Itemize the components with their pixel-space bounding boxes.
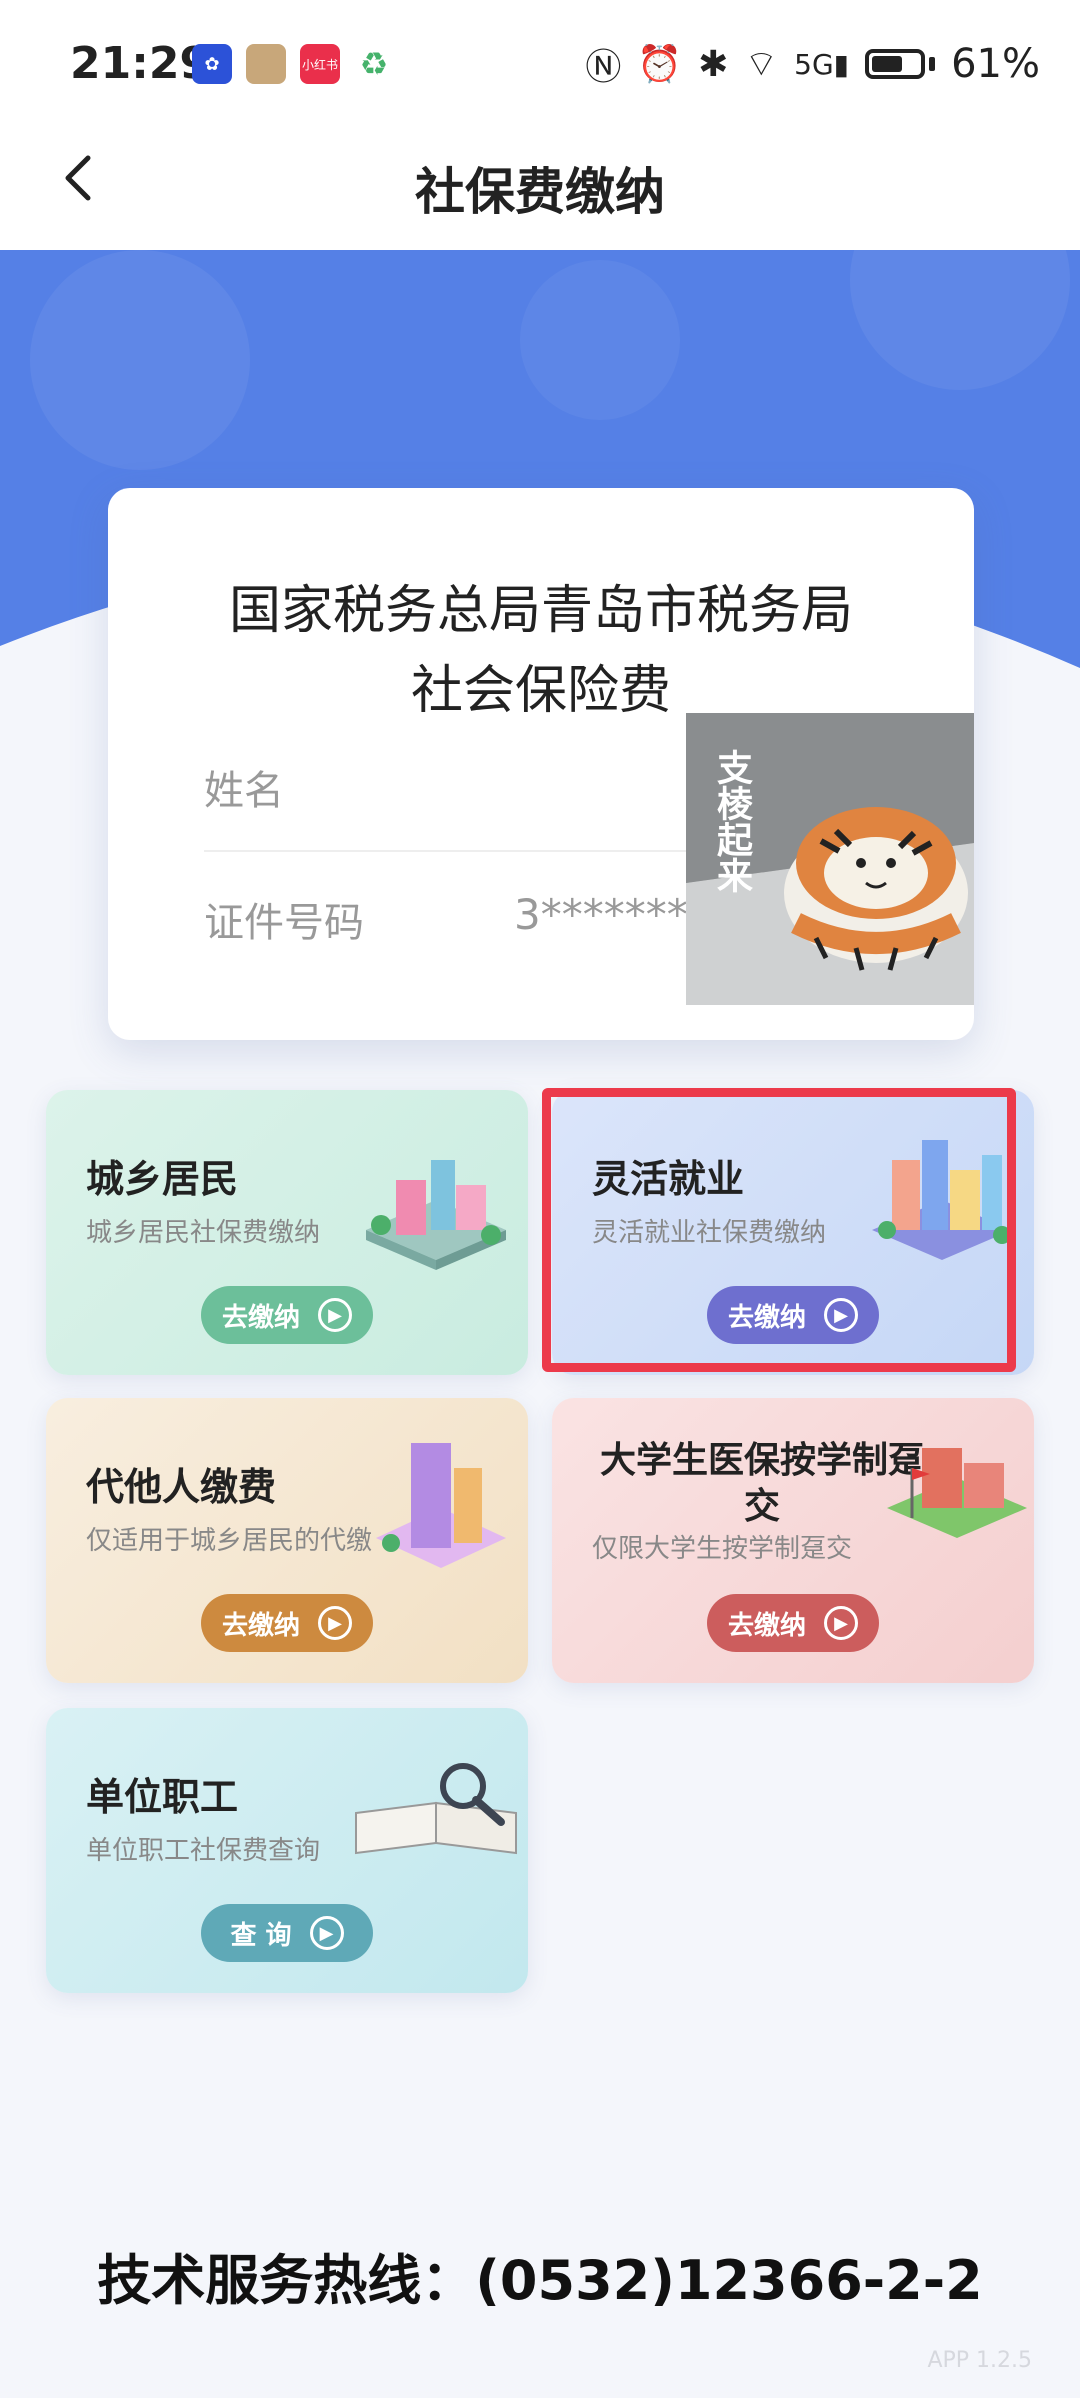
page-title: 社保费缴纳 (415, 163, 665, 221)
tile-urban-rural-residents[interactable]: 城乡居民 城乡居民社保费缴纳 去缴纳 ▶ (46, 1090, 528, 1375)
tile-subtitle: 单位职工社保费查询 (86, 1836, 321, 1866)
pay-button-label: 去缴纳 (221, 1610, 300, 1641)
status-time: 21:29 (70, 38, 211, 89)
pay-button-label: 去缴纳 (727, 1610, 806, 1641)
tile-title: 代他人缴费 (86, 1465, 277, 1509)
buildings-illustration-icon (366, 1160, 506, 1270)
app-badge-blue-icon: ✿ (192, 44, 232, 84)
tile-pay-for-others[interactable]: 代他人缴费 仅适用于城乡居民的代缴 去缴纳 ▶ (46, 1398, 528, 1683)
service-hotline: 技术服务热线：(0532)12366-2-2 (97, 2249, 983, 2312)
title-bar: 社保费缴纳 (0, 110, 1080, 250)
selection-highlight-box (542, 1088, 1016, 1372)
tile-title: 城乡居民 (86, 1157, 239, 1201)
wifi-icon: ⌔ (744, 43, 779, 85)
app-version: APP 1.2.5 (927, 2348, 1032, 2373)
battery-percent: 61% (951, 41, 1040, 87)
signal-5g-icon: 5G▮ (794, 47, 850, 81)
tower-illustration-icon (376, 1443, 506, 1568)
battery-tip (929, 57, 936, 71)
photo-caption: 支棱起来 (711, 749, 752, 893)
arrow-right-icon: ▶ (318, 1606, 352, 1640)
pay-button-label: 去缴纳 (221, 1302, 300, 1333)
app-xiaohongshu-label: 小红书 (301, 57, 338, 72)
id-label: 证件号码 (204, 900, 364, 946)
alarm-icon: ⏰ (637, 44, 683, 85)
id-value: 3******** (514, 890, 709, 939)
tile-title: 单位职工 (86, 1775, 239, 1819)
agency-subtitle: 社会保险费 (410, 661, 671, 721)
info-card: 国家税务总局青岛市税务局 社会保险费 姓名 证件号码 3******** 支棱起… (108, 488, 974, 1040)
book-magnifier-illustration-icon (355, 1763, 517, 1855)
battery-icon (865, 49, 926, 79)
pay-button[interactable]: 去缴纳 ▶ (201, 1594, 373, 1652)
tile-employer-staff[interactable]: 单位职工 单位职工社保费查询 查 询 ▶ (46, 1708, 528, 1993)
status-indicators: Ⓝ ⏰ ✱ ⌔ 5G▮ 61% (585, 38, 1040, 90)
pay-button[interactable]: 去缴纳 ▶ (707, 1594, 879, 1652)
bluetooth-icon: ✱ (698, 43, 729, 85)
tiger-photo-overlay: 支棱起来 (686, 713, 974, 1005)
app-xiaohongshu-icon: 小红书 (300, 44, 340, 84)
status-app-icons: ✿ 小红书 ♻ (192, 44, 394, 84)
school-illustration-icon (887, 1448, 1027, 1538)
tile-subtitle: 城乡居民社保费缴纳 (86, 1218, 321, 1248)
app-photo-icon (246, 44, 286, 84)
arrow-right-icon: ▶ (318, 1298, 352, 1332)
agency-name: 国家税务总局青岛市税务局 (228, 581, 853, 641)
nfc-icon: Ⓝ (585, 47, 622, 88)
query-button-label: 查 询 (230, 1920, 292, 1951)
query-button[interactable]: 查 询 ▶ (201, 1904, 373, 1962)
tile-college-student-insurance[interactable]: 大学生医保按学制趸交 仅限大学生按学制趸交 去缴纳 ▶ (552, 1398, 1034, 1683)
tile-title: 大学生医保按学制趸交 (599, 1440, 924, 1527)
pay-button[interactable]: 去缴纳 ▶ (201, 1286, 373, 1344)
name-label: 姓名 (204, 768, 284, 814)
arrow-right-icon: ▶ (309, 1916, 344, 1950)
app-recycle-icon: ♻ (354, 44, 394, 84)
arrow-right-icon: ▶ (824, 1606, 858, 1640)
tile-subtitle: 仅限大学生按学制趸交 (592, 1534, 853, 1564)
tile-subtitle: 仅适用于城乡居民的代缴 (86, 1526, 373, 1556)
